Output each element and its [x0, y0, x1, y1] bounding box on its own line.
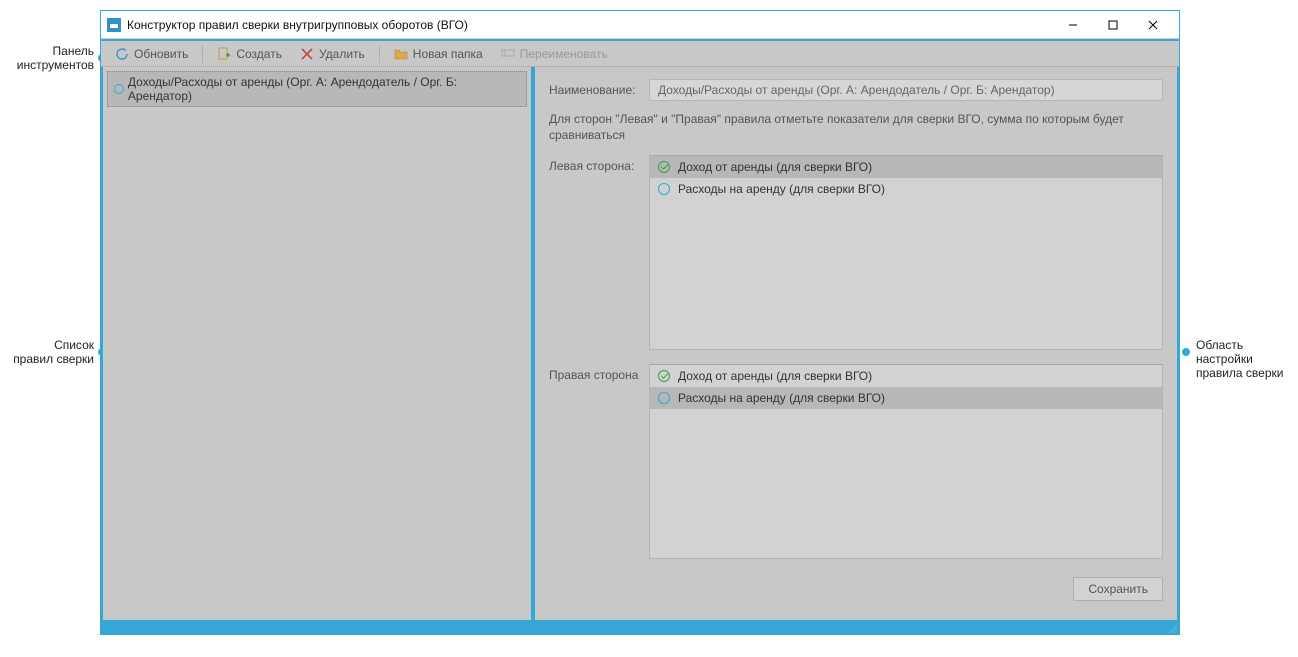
- right-side-option[interactable]: Расходы на аренду (для сверки ВГО): [650, 387, 1162, 409]
- toolbar-separator: [202, 45, 203, 63]
- left-side-option[interactable]: Расходы на аренду (для сверки ВГО): [650, 178, 1162, 200]
- document-plus-icon: [217, 47, 231, 61]
- right-side-option-label: Расходы на аренду (для сверки ВГО): [678, 391, 885, 405]
- callout-toolbar-l2: инструментов: [0, 58, 94, 72]
- toolbar: Обновить Создать Удалить Новая папка: [101, 39, 1179, 67]
- right-side-label: Правая сторона: [549, 364, 639, 382]
- left-side-option-label: Доход от аренды (для сверки ВГО): [678, 160, 872, 174]
- callout-list-l2: правил сверки: [0, 352, 94, 366]
- callout-settings-l1: Область настройки: [1196, 338, 1296, 366]
- name-field[interactable]: Доходы/Расходы от аренды (Орг. А: Арендо…: [649, 79, 1163, 101]
- minimize-button[interactable]: [1053, 13, 1093, 37]
- left-side-option[interactable]: Доход от аренды (для сверки ВГО): [650, 156, 1162, 178]
- rule-list-item-label: Доходы/Расходы от аренды (Орг. А: Арендо…: [128, 75, 520, 103]
- name-label: Наименование:: [549, 79, 639, 97]
- left-side-label: Левая сторона:: [549, 155, 639, 173]
- rename-button[interactable]: Переименовать: [493, 44, 616, 64]
- hint-text: Для сторон "Левая" и "Правая" правила от…: [549, 111, 1163, 143]
- status-bar: [101, 620, 1179, 634]
- delete-label: Удалить: [319, 47, 365, 61]
- rule-list-item[interactable]: Доходы/Расходы от аренды (Орг. А: Арендо…: [107, 71, 527, 107]
- rename-icon: [501, 47, 515, 61]
- right-side-listbox[interactable]: Доход от аренды (для сверки ВГО) Расходы…: [649, 364, 1163, 559]
- circle-icon: [658, 183, 670, 195]
- callout-list-l1: Список: [0, 338, 94, 352]
- folder-icon: [394, 47, 408, 61]
- left-side-option-label: Расходы на аренду (для сверки ВГО): [678, 182, 885, 196]
- callout-settings-l2: правила сверки: [1196, 366, 1296, 380]
- new-folder-button[interactable]: Новая папка: [386, 44, 491, 64]
- create-button[interactable]: Создать: [209, 44, 290, 64]
- close-button[interactable]: [1133, 13, 1173, 37]
- refresh-button[interactable]: Обновить: [107, 44, 196, 64]
- save-button[interactable]: Сохранить: [1073, 577, 1163, 601]
- new-folder-label: Новая папка: [413, 47, 483, 61]
- maximize-button[interactable]: [1093, 13, 1133, 37]
- delete-button[interactable]: Удалить: [292, 44, 373, 64]
- rule-settings-pane: Наименование: Доходы/Расходы от аренды (…: [535, 67, 1177, 620]
- check-circle-icon: [658, 370, 670, 382]
- circle-icon: [114, 84, 124, 94]
- app-icon: [107, 18, 121, 32]
- window-title: Конструктор правил сверки внутригрупповы…: [127, 18, 1053, 32]
- circle-icon: [658, 392, 670, 404]
- refresh-label: Обновить: [134, 47, 188, 61]
- check-circle-icon: [658, 161, 670, 173]
- resize-grip-icon[interactable]: [1167, 622, 1177, 632]
- right-side-option[interactable]: Доход от аренды (для сверки ВГО): [650, 365, 1162, 387]
- main-window: Конструктор правил сверки внутригрупповы…: [100, 10, 1180, 635]
- callout-toolbar-l1: Панель: [0, 44, 94, 58]
- rule-list-pane: Доходы/Расходы от аренды (Орг. А: Арендо…: [103, 67, 535, 620]
- toolbar-separator: [379, 45, 380, 63]
- rename-label: Переименовать: [520, 47, 608, 61]
- right-side-option-label: Доход от аренды (для сверки ВГО): [678, 369, 872, 383]
- titlebar: Конструктор правил сверки внутригрупповы…: [101, 11, 1179, 39]
- create-label: Создать: [236, 47, 282, 61]
- delete-icon: [300, 47, 314, 61]
- refresh-icon: [115, 47, 129, 61]
- left-side-listbox[interactable]: Доход от аренды (для сверки ВГО) Расходы…: [649, 155, 1163, 350]
